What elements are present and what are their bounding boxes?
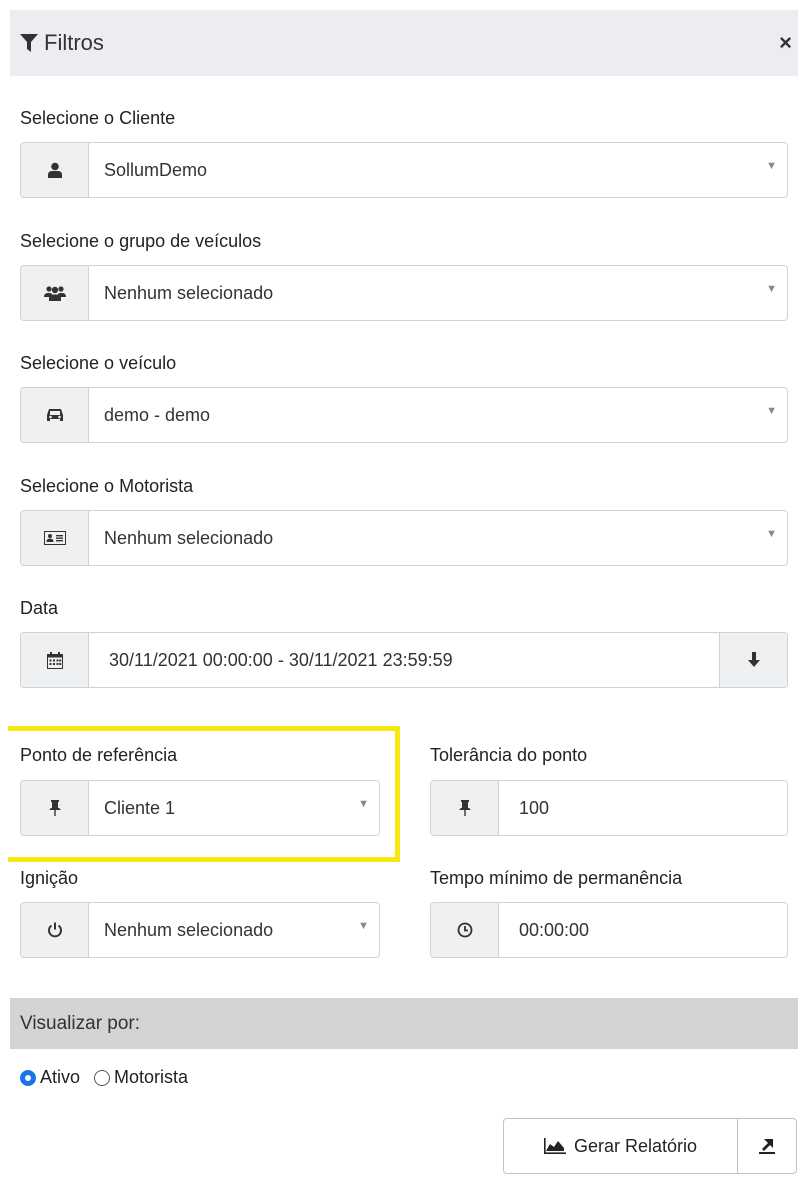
close-icon[interactable]: × bbox=[779, 32, 792, 54]
motorista-label: Selecione o Motorista bbox=[20, 476, 194, 496]
caret-down-icon: ▼ bbox=[766, 405, 777, 417]
visualizar-title: Visualizar por: bbox=[20, 1012, 141, 1034]
report-actions: Gerar Relatório bbox=[503, 1118, 797, 1174]
clock-icon bbox=[431, 903, 499, 957]
motorista-select[interactable]: Nenhum selecionado ▼ bbox=[20, 510, 788, 566]
veiculo-label: Selecione o veículo bbox=[20, 353, 177, 373]
cliente-value: SollumDemo bbox=[104, 159, 208, 180]
veiculo-value: demo - demo bbox=[104, 404, 211, 425]
radio-ativo-indicator[interactable] bbox=[20, 1069, 36, 1086]
tempo-label: Tempo mínimo de permanência bbox=[430, 868, 683, 888]
date-range-input[interactable]: 30/11/2021 00:00:00 - 30/11/2021 23:59:5… bbox=[20, 632, 788, 688]
ponto-value: Cliente 1 bbox=[104, 797, 176, 818]
visualizar-radio-group: Ativo Motorista bbox=[20, 1067, 202, 1088]
tolerancia-field[interactable] bbox=[430, 780, 788, 836]
grupo-value: Nenhum selecionado bbox=[104, 282, 274, 303]
ponto-select[interactable]: Cliente 1 ▼ bbox=[20, 780, 380, 836]
filter-icon bbox=[20, 33, 38, 53]
ponto-label: Ponto de referência bbox=[20, 745, 178, 765]
filters-title: Filtros bbox=[44, 30, 104, 55]
ignicao-select[interactable]: Nenhum selecionado ▼ bbox=[20, 902, 380, 958]
export-button[interactable] bbox=[738, 1119, 796, 1173]
radio-motorista[interactable]: Motorista bbox=[94, 1067, 188, 1088]
radio-ativo-label: Ativo bbox=[40, 1067, 81, 1087]
cliente-label: Selecione o Cliente bbox=[20, 108, 176, 128]
tempo-input[interactable] bbox=[499, 903, 787, 957]
radio-motorista-indicator[interactable] bbox=[94, 1069, 111, 1086]
tempo-field[interactable] bbox=[430, 902, 788, 958]
tolerancia-input[interactable] bbox=[499, 781, 787, 835]
caret-down-icon: ▼ bbox=[358, 920, 369, 932]
id-card-icon bbox=[21, 511, 89, 565]
caret-down-icon: ▼ bbox=[766, 528, 777, 540]
user-icon bbox=[21, 143, 89, 197]
export-icon bbox=[758, 1137, 776, 1155]
gerar-relatorio-button[interactable]: Gerar Relatório bbox=[504, 1119, 738, 1173]
filters-header: Filtros × bbox=[10, 10, 798, 76]
gerar-relatorio-label: Gerar Relatório bbox=[573, 1135, 698, 1156]
radio-ativo[interactable]: Ativo bbox=[20, 1067, 80, 1088]
caret-down-icon: ▼ bbox=[766, 160, 777, 172]
calendar-icon bbox=[21, 633, 89, 687]
caret-down-icon: ▼ bbox=[358, 798, 369, 810]
power-icon bbox=[21, 903, 89, 957]
thumbtack-icon bbox=[21, 781, 89, 835]
users-icon bbox=[21, 266, 89, 320]
ignicao-value: Nenhum selecionado bbox=[104, 919, 274, 940]
data-label: Data bbox=[20, 598, 59, 618]
radio-motorista-label: Motorista bbox=[114, 1067, 189, 1087]
arrow-down-icon[interactable] bbox=[719, 633, 787, 687]
grupo-select[interactable]: Nenhum selecionado ▼ bbox=[20, 265, 788, 321]
veiculo-select[interactable]: demo - demo ▼ bbox=[20, 387, 788, 443]
grupo-label: Selecione o grupo de veículos bbox=[20, 231, 262, 251]
ignicao-label: Ignição bbox=[20, 868, 79, 888]
thumbtack-icon bbox=[431, 781, 499, 835]
cliente-select[interactable]: SollumDemo ▼ bbox=[20, 142, 788, 198]
date-range-value: 30/11/2021 00:00:00 - 30/11/2021 23:59:5… bbox=[109, 649, 453, 670]
motorista-value: Nenhum selecionado bbox=[104, 527, 274, 548]
tolerancia-label: Tolerância do ponto bbox=[430, 745, 588, 765]
area-chart-icon bbox=[543, 1138, 574, 1154]
caret-down-icon: ▼ bbox=[766, 283, 777, 295]
car-icon bbox=[21, 388, 89, 442]
visualizar-section: Visualizar por: bbox=[10, 998, 798, 1049]
